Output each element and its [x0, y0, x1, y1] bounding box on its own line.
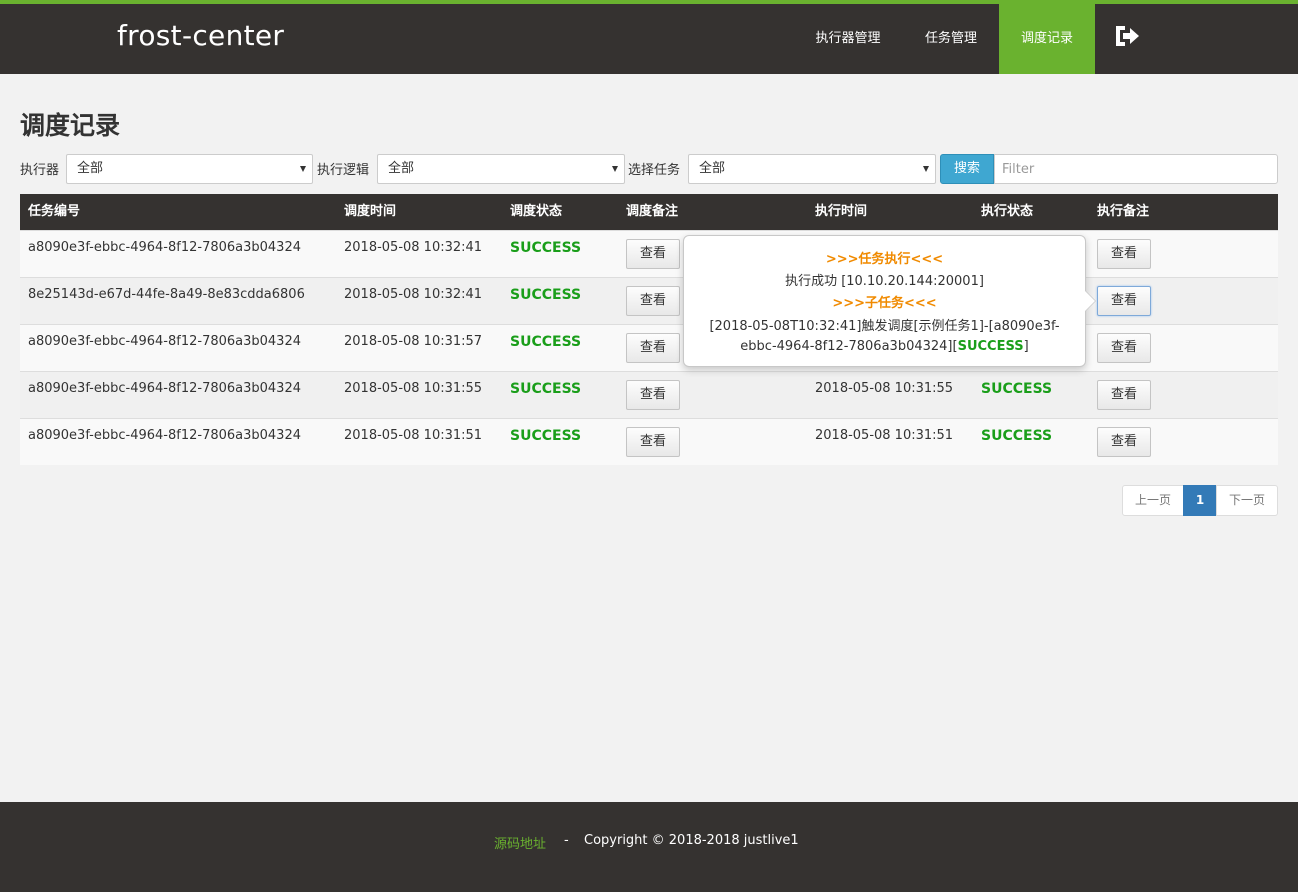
dispatch-status-cell: SUCCESS: [510, 240, 582, 256]
caret-down-icon: [612, 166, 618, 172]
logic-select[interactable]: 全部: [377, 154, 625, 184]
caret-down-icon: [923, 166, 929, 172]
executor-select-value: 全部: [77, 161, 104, 176]
executor-select[interactable]: 全部: [66, 154, 313, 184]
dispatch-time-cell: 2018-05-08 10:31:55: [344, 381, 483, 396]
executor-filter-label: 执行器: [20, 163, 60, 178]
dispatch-remark-view-button[interactable]: 查看: [626, 333, 680, 363]
dispatch-status-cell: SUCCESS: [510, 381, 582, 397]
task-filter-label: 选择任务: [628, 163, 681, 178]
footer-copyright: Copyright © 2018-2018 justlive1: [584, 833, 799, 848]
pagination-page-1[interactable]: 1: [1183, 485, 1217, 516]
exec-remark-view-button[interactable]: 查看: [1097, 380, 1151, 410]
exec-remark-popover: >>>任务执行<<< 执行成功 [10.10.20.144:20001] >>>…: [683, 235, 1096, 367]
logic-filter-label: 执行逻辑: [317, 163, 370, 178]
task-id-cell: a8090e3f-ebbc-4964-8f12-7806a3b04324: [28, 334, 301, 349]
popover-exec-result: 执行成功 [10.10.20.144:20001]: [785, 274, 984, 289]
exec-remark-view-button[interactable]: 查看: [1097, 239, 1151, 269]
dispatch-time-cell: 2018-05-08 10:31:57: [344, 334, 483, 349]
popover-exec-heading: >>>任务执行<<<: [825, 252, 944, 267]
footer: 源码地址 - Copyright © 2018-2018 justlive1: [0, 802, 1298, 892]
dispatch-status-cell: SUCCESS: [510, 287, 582, 303]
table-header: 任务编号 调度时间 调度状态 调度备注 执行时间 执行状态 执行备注: [20, 194, 1278, 230]
nav-item-task-management[interactable]: 任务管理: [908, 4, 994, 74]
dispatch-time-cell: 2018-05-08 10:31:51: [344, 428, 483, 443]
exec-remark-view-button[interactable]: 查看: [1097, 427, 1151, 457]
task-id-cell: a8090e3f-ebbc-4964-8f12-7806a3b04324: [28, 381, 301, 396]
pagination-prev[interactable]: 上一页: [1122, 485, 1184, 516]
source-code-link[interactable]: 源码地址: [494, 833, 546, 852]
dispatch-status-cell: SUCCESS: [510, 334, 582, 350]
page-title: 调度记录: [20, 111, 121, 140]
pagination: 上一页 1 下一页: [1122, 485, 1278, 516]
exec-time-cell: 2018-05-08 10:31:55: [815, 381, 954, 396]
popover-subtask-line-a: [2018-05-08T10:32:41]触发调度[示例任务1]-[a8090e…: [709, 319, 1060, 334]
task-select-value: 全部: [699, 161, 726, 176]
popover-subtask-status: SUCCESS: [957, 339, 1024, 354]
header-exec-status[interactable]: 执行状态: [981, 194, 1033, 230]
dispatch-remark-view-button[interactable]: 查看: [626, 239, 680, 269]
exec-time-cell: 2018-05-08 10:31:51: [815, 428, 954, 443]
exec-status-cell: SUCCESS: [981, 428, 1053, 444]
task-id-cell: a8090e3f-ebbc-4964-8f12-7806a3b04324: [28, 428, 301, 443]
footer-separator: -: [564, 833, 569, 848]
sign-out-icon[interactable]: [1113, 22, 1141, 50]
brand-title[interactable]: frost-center: [117, 19, 284, 52]
dispatch-remark-view-button[interactable]: 查看: [626, 427, 680, 457]
header-exec-remark[interactable]: 执行备注: [1097, 194, 1149, 230]
header-dispatch-time[interactable]: 调度时间: [344, 194, 396, 230]
nav-item-dispatch-log[interactable]: 调度记录: [999, 4, 1095, 74]
nav-item-executor-management[interactable]: 执行器管理: [798, 4, 898, 74]
popover-subtask-detail: [2018-05-08T10:32:41]触发调度[示例任务1]-[a8090e…: [684, 317, 1085, 357]
table-row: a8090e3f-ebbc-4964-8f12-7806a3b04324 201…: [20, 230, 1278, 277]
exec-status-cell: SUCCESS: [981, 381, 1053, 397]
header-task-id[interactable]: 任务编号: [28, 194, 80, 230]
dispatch-remark-view-button[interactable]: 查看: [626, 286, 680, 316]
table-row: a8090e3f-ebbc-4964-8f12-7806a3b04324 201…: [20, 324, 1278, 371]
header-dispatch-status[interactable]: 调度状态: [510, 194, 562, 230]
dispatch-time-cell: 2018-05-08 10:32:41: [344, 240, 483, 255]
popover-subtask-heading: >>>子任务<<<: [832, 296, 937, 311]
caret-down-icon: [300, 166, 306, 172]
table-row: a8090e3f-ebbc-4964-8f12-7806a3b04324 201…: [20, 371, 1278, 418]
dispatch-remark-view-button[interactable]: 查看: [626, 380, 680, 410]
exec-remark-view-button[interactable]: 查看: [1097, 333, 1151, 363]
dispatch-time-cell: 2018-05-08 10:32:41: [344, 287, 483, 302]
navbar: frost-center 执行器管理 任务管理 调度记录: [0, 4, 1298, 74]
filter-input[interactable]: [994, 154, 1278, 184]
dispatch-status-cell: SUCCESS: [510, 428, 582, 444]
task-id-cell: 8e25143d-e67d-44fe-8a49-8e83cdda6806: [28, 287, 305, 302]
popover-subtask-line-c: ]: [1023, 339, 1029, 354]
dispatch-log-table: 任务编号 调度时间 调度状态 调度备注 执行时间 执行状态 执行备注 a8090…: [20, 194, 1278, 465]
task-id-cell: a8090e3f-ebbc-4964-8f12-7806a3b04324: [28, 240, 301, 255]
popover-subtask-line-b: ebbc-4964-8f12-7806a3b04324][: [740, 339, 958, 354]
table-row: a8090e3f-ebbc-4964-8f12-7806a3b04324 201…: [20, 418, 1278, 465]
header-exec-time[interactable]: 执行时间: [815, 194, 867, 230]
pagination-next[interactable]: 下一页: [1216, 485, 1278, 516]
search-button[interactable]: 搜索: [940, 154, 994, 184]
popover-arrow-inner: [1085, 291, 1095, 311]
logic-select-value: 全部: [388, 161, 415, 176]
header-dispatch-remark[interactable]: 调度备注: [626, 194, 678, 230]
exec-remark-view-button[interactable]: 查看: [1097, 286, 1151, 316]
task-select[interactable]: 全部: [688, 154, 936, 184]
